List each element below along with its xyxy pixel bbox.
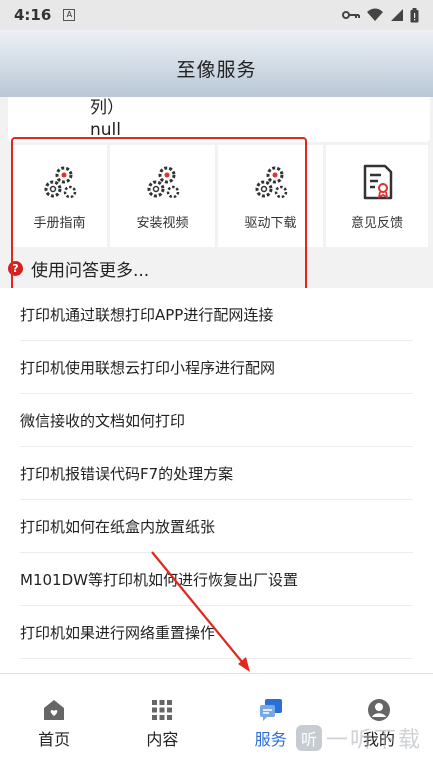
status-icons: [342, 7, 419, 23]
question-badge-icon: ?: [8, 260, 23, 276]
more-qa-label: 使用问答更多...: [31, 260, 150, 281]
profile-icon: [367, 699, 390, 721]
gears-icon: [147, 166, 179, 198]
tab-label: 首页: [38, 730, 71, 749]
card-text-line: null: [90, 120, 121, 140]
wifi-icon: [367, 8, 383, 21]
partial-content-card: 列） null: [8, 97, 430, 142]
home-icon: [44, 700, 65, 720]
faq-item[interactable]: M101DW等打印机如何进行恢复出厂设置: [20, 553, 413, 606]
shortcut-manual-guide[interactable]: 手册指南: [12, 145, 107, 247]
shortcut-driver-download[interactable]: 驱动下载: [218, 145, 323, 247]
vpn-key-icon: [342, 11, 360, 19]
tab-home[interactable]: 首页: [0, 674, 108, 769]
tab-label: 内容: [146, 730, 179, 749]
tab-content[interactable]: 内容: [108, 674, 216, 769]
faq-item[interactable]: 打印机报错误代码F7的处理方案: [20, 447, 413, 500]
faq-item[interactable]: 打印机通过联想打印APP进行配网连接: [20, 288, 413, 341]
signal-icon: [391, 9, 403, 21]
faq-item[interactable]: 打印机使用联想云打印小程序进行配网: [20, 341, 413, 394]
watermark-text: 一听下载: [326, 728, 423, 753]
feedback-document-icon: [363, 164, 393, 199]
service-shortcuts: 手册指南 安装视频 驱动下载 意见反馈: [12, 145, 433, 247]
faq-item[interactable]: 打印机如何在纸盒内放置纸张: [20, 500, 413, 553]
more-qa-link[interactable]: ? 使用问答更多...: [0, 248, 433, 288]
watermark-logo-icon: 听: [296, 725, 322, 751]
shortcut-label: 意见反馈: [350, 215, 403, 231]
shortcut-label: 安装视频: [136, 215, 189, 231]
grid-icon: [152, 700, 173, 720]
gears-icon: [255, 166, 287, 198]
card-text-line: 列）: [90, 98, 124, 118]
faq-item[interactable]: 微信接收的文档如何打印: [20, 394, 413, 447]
shortcut-label: 手册指南: [33, 215, 86, 231]
app-notification-icon: A: [63, 9, 76, 21]
page-header: 至像服务: [0, 30, 433, 97]
faq-item[interactable]: 打印机如果进行网络重置操作: [20, 606, 413, 659]
faq-list: 打印机通过联想打印APP进行配网连接 打印机使用联想云打印小程序进行配网 微信接…: [0, 288, 433, 673]
gears-icon: [44, 166, 76, 198]
status-time: 4:16: [14, 6, 52, 24]
page-title: 至像服务: [176, 59, 257, 81]
shortcut-label: 驱动下载: [244, 215, 297, 231]
site-watermark: 听 一听下载: [296, 722, 422, 754]
shortcut-feedback[interactable]: 意见反馈: [326, 145, 428, 247]
tab-label: 服务: [254, 730, 287, 749]
service-chat-icon: [259, 699, 282, 721]
status-bar: 4:16 A: [0, 0, 433, 30]
shortcut-install-video[interactable]: 安装视频: [110, 145, 215, 247]
bottom-tab-bar: 首页 内容 服务 我的: [0, 673, 433, 769]
battery-icon: [410, 7, 419, 22]
